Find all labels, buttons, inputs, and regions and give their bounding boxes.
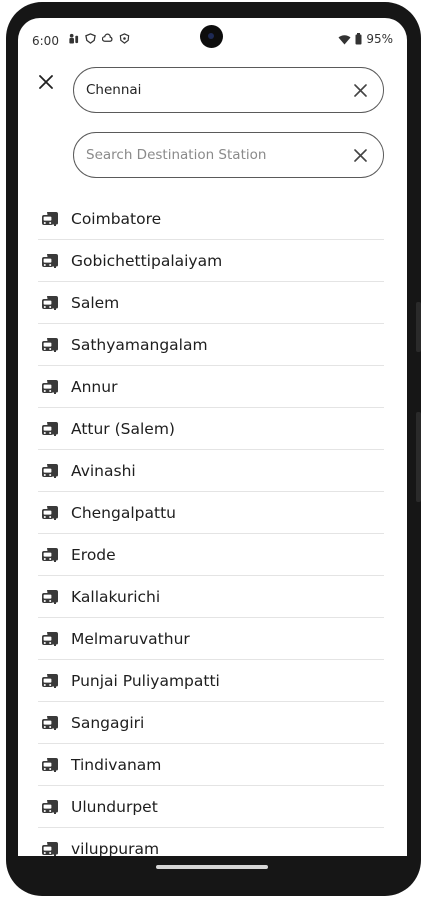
- station-name: Punjai Puliyampatti: [71, 671, 220, 690]
- station-name: Melmaruvathur: [71, 629, 190, 648]
- clear-source-button[interactable]: [349, 79, 371, 101]
- bus-icon: [40, 629, 60, 649]
- status-icons-right: 95%: [338, 32, 393, 46]
- vpn-icon: [119, 33, 130, 44]
- screen: 6:00 95% Chennai Search Destination Stat…: [18, 18, 407, 856]
- bus-icon: [40, 797, 60, 817]
- station-name: Avinashi: [71, 461, 136, 480]
- source-station-input[interactable]: [86, 68, 346, 112]
- bus-icon: [40, 503, 60, 523]
- station-name: Tindivanam: [71, 755, 162, 774]
- station-list-item[interactable]: Attur (Salem): [38, 408, 384, 450]
- bus-icon: [40, 671, 60, 691]
- clear-destination-button[interactable]: [349, 144, 371, 166]
- station-list-item[interactable]: Avinashi: [38, 450, 384, 492]
- station-list-item[interactable]: Tindivanam: [38, 744, 384, 786]
- device: 6:00 95% Chennai Search Destination Stat…: [0, 0, 427, 900]
- close-button[interactable]: [34, 70, 58, 94]
- bus-icon: [40, 545, 60, 565]
- bus-icon: [40, 335, 60, 355]
- clear-icon: [353, 83, 367, 97]
- station-name: Kallakurichi: [71, 587, 161, 606]
- station-list-item[interactable]: Gobichettipalaiyam: [38, 240, 384, 282]
- battery-icon: [355, 33, 362, 45]
- bus-icon: [40, 251, 60, 271]
- bus-icon: [40, 713, 60, 733]
- bus-icon: [40, 293, 60, 313]
- bus-icon: [40, 587, 60, 607]
- bus-icon: [40, 461, 60, 481]
- station-name: viluppuram: [71, 839, 160, 857]
- station-list-item[interactable]: Sangagiri: [38, 702, 384, 744]
- station-name: Coimbatore: [71, 209, 162, 228]
- station-list-item[interactable]: Ulundurpet: [38, 786, 384, 828]
- source-station-field: [73, 67, 384, 113]
- station-list-item[interactable]: Melmaruvathur: [38, 618, 384, 660]
- volume-button: [416, 412, 421, 502]
- bus-icon: [40, 419, 60, 439]
- status-time: 6:00: [32, 34, 59, 48]
- close-icon: [39, 75, 53, 89]
- station-name: Annur: [71, 377, 118, 396]
- bus-icon: [40, 839, 60, 857]
- station-list-item[interactable]: Punjai Puliyampatti: [38, 660, 384, 702]
- destination-station-field: [73, 132, 384, 178]
- home-gesture-handle[interactable]: [156, 865, 268, 869]
- front-camera: [200, 25, 223, 48]
- shield-icon: [85, 33, 96, 44]
- station-name: Erode: [71, 545, 116, 564]
- station-list-item[interactable]: Erode: [38, 534, 384, 576]
- bus-icon: [40, 209, 60, 229]
- clear-icon: [353, 148, 367, 162]
- station-name: Chengalpattu: [71, 503, 176, 522]
- station-list-item[interactable]: Sathyamangalam: [38, 324, 384, 366]
- bus-icon: [40, 377, 60, 397]
- status-icons-left: [68, 33, 130, 44]
- station-name: Gobichettipalaiyam: [71, 251, 223, 270]
- power-button: [416, 302, 421, 352]
- destination-station-input[interactable]: [86, 133, 346, 177]
- station-list-item[interactable]: Chengalpattu: [38, 492, 384, 534]
- station-list-item[interactable]: Kallakurichi: [38, 576, 384, 618]
- station-name: Sathyamangalam: [71, 335, 208, 354]
- station-list-item[interactable]: Salem: [38, 282, 384, 324]
- station-name: Sangagiri: [71, 713, 145, 732]
- status-bar: 6:00 95%: [18, 18, 407, 64]
- cloud-icon: [102, 33, 113, 42]
- station-list-item[interactable]: Coimbatore: [38, 198, 384, 240]
- wifi-icon: [338, 34, 351, 44]
- station-list-item[interactable]: Annur: [38, 366, 384, 408]
- bus-icon: [40, 755, 60, 775]
- station-name: Salem: [71, 293, 120, 312]
- battery-percent: 95%: [366, 32, 393, 46]
- station-list: Coimbatore Gobichettipalaiyam Salem Sath…: [38, 198, 384, 856]
- station-list-item[interactable]: viluppuram: [38, 828, 384, 856]
- station-name: Attur (Salem): [71, 419, 175, 438]
- person-icon: [69, 33, 79, 44]
- station-name: Ulundurpet: [71, 797, 158, 816]
